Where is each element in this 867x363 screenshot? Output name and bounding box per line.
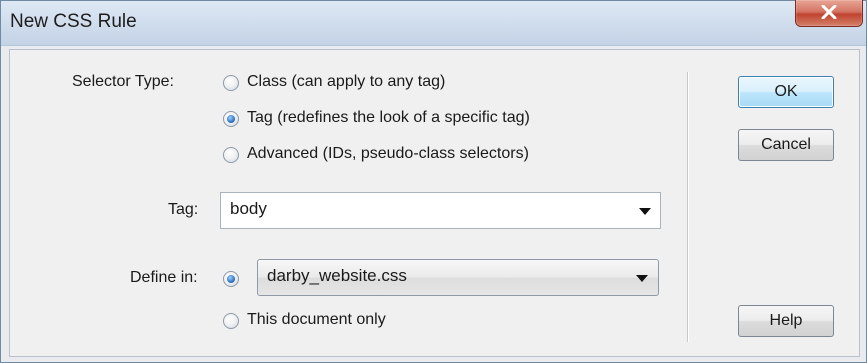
dialog-body: Selector Type: Class (can apply to any t… [9, 49, 860, 357]
cancel-button[interactable]: Cancel [738, 129, 834, 161]
close-button[interactable] [795, 0, 863, 27]
title-bar[interactable]: New CSS Rule [1, 0, 866, 46]
radio-tag-label[interactable]: Tag (redefines the look of a specific ta… [247, 109, 530, 127]
new-css-rule-dialog: New CSS Rule Selector Type: Class (can a… [0, 0, 867, 363]
define-in-label: Define in: [130, 269, 198, 286]
tag-value: body [230, 199, 267, 218]
tag-combobox[interactable]: body [220, 192, 661, 229]
radio-class-label[interactable]: Class (can apply to any tag) [247, 73, 445, 91]
stylesheet-file-select[interactable]: darby_website.css [257, 259, 659, 296]
radio-define-in-file[interactable] [223, 271, 239, 287]
tag-label: Tag: [168, 201, 199, 218]
vertical-divider [687, 72, 689, 342]
ok-button[interactable]: OK [738, 76, 834, 108]
this-document-only-label[interactable]: This document only [247, 311, 386, 329]
radio-advanced[interactable] [223, 147, 239, 163]
chevron-down-icon[interactable] [639, 208, 651, 215]
close-icon [821, 5, 837, 19]
radio-tag[interactable] [223, 111, 239, 127]
radio-this-document-only[interactable] [223, 313, 239, 329]
radio-class[interactable] [223, 75, 239, 91]
stylesheet-file-value: darby_website.css [267, 266, 407, 285]
chevron-down-icon[interactable] [636, 275, 648, 282]
selector-type-label: Selector Type: [72, 73, 174, 90]
dialog-title: New CSS Rule [10, 11, 137, 32]
help-button[interactable]: Help [738, 305, 834, 337]
radio-advanced-label[interactable]: Advanced (IDs, pseudo-class selectors) [247, 145, 529, 163]
